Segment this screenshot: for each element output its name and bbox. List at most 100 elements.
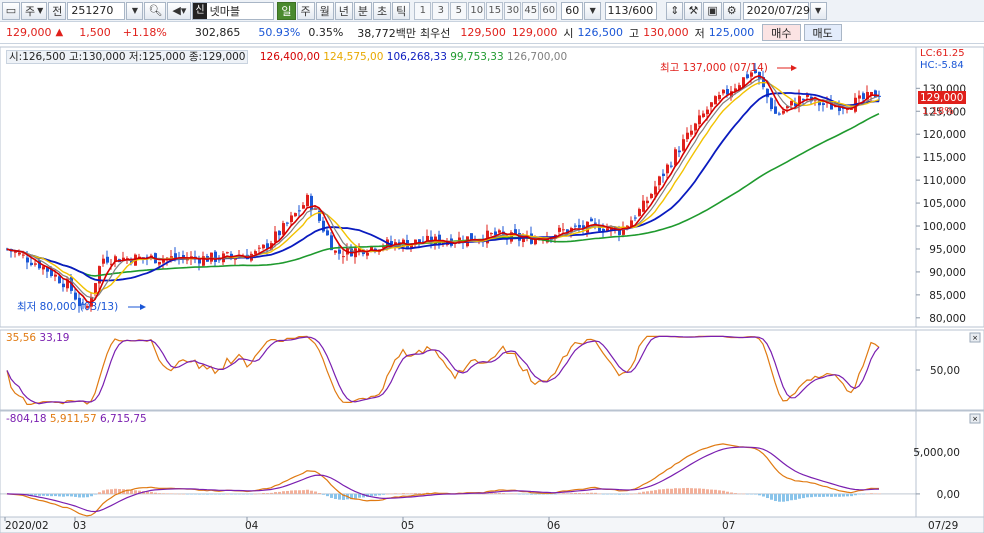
stock-name-field[interactable]: 신 넷마블	[192, 1, 275, 20]
interval-10[interactable]: 10	[468, 1, 486, 20]
svg-text:×: ×	[972, 334, 978, 342]
interval-45[interactable]: 45	[522, 1, 540, 20]
macd-histogram-bar	[242, 493, 245, 495]
interval-1[interactable]: 1	[414, 1, 432, 20]
macd-histogram-bar	[302, 490, 305, 494]
macd-histogram-bar	[638, 492, 641, 494]
macd-histogram-bar	[378, 493, 381, 496]
high-price: 130,000	[643, 26, 689, 39]
macd-histogram-bar	[694, 488, 697, 494]
macd-histogram-bar	[290, 490, 293, 494]
candle	[286, 222, 289, 224]
macd-histogram-bar	[314, 491, 317, 494]
tools-icon[interactable]: ⚒	[684, 1, 703, 20]
macd-histogram-bar	[682, 488, 685, 494]
calendar-icon[interactable]: ▼	[809, 1, 827, 20]
sell-button[interactable]: 매도	[803, 24, 842, 41]
gear-icon[interactable]: ⚙	[722, 1, 741, 20]
credit-badge: 신	[193, 2, 207, 19]
period-day[interactable]: 일	[277, 1, 296, 20]
search-icon[interactable]: 🔍︎	[144, 1, 167, 20]
period-tick[interactable]: 틱	[392, 1, 411, 20]
ohlc-legend: 시:126,500 고:130,000 저:125,000 종:129,000	[6, 50, 249, 64]
macd-histogram-bar	[878, 493, 881, 495]
period-second[interactable]: 초	[373, 1, 392, 20]
speaker-icon[interactable]: ◀▾	[167, 1, 192, 20]
macd-axis	[915, 410, 984, 518]
stock-code-input[interactable]: 251270	[67, 1, 126, 20]
price-tick-label: 90,000	[929, 267, 966, 279]
macd-tick-label: 0,00	[937, 489, 960, 501]
candle	[594, 222, 597, 224]
stoch-close-button[interactable]: ×	[969, 332, 981, 343]
open-price: 126,500	[577, 26, 624, 39]
candle	[18, 252, 21, 255]
direction-toggle[interactable]: 전	[48, 1, 67, 20]
macd-histogram-bar	[618, 493, 621, 495]
macd-histogram-bar	[738, 493, 741, 495]
interval-3[interactable]: 3	[432, 1, 450, 20]
macd-histogram-bar	[254, 493, 257, 495]
macd-histogram-bar	[802, 493, 805, 499]
stoch-d-legend: 33,19	[39, 332, 70, 344]
count-field[interactable]: 113/600	[605, 1, 658, 20]
macd-histogram-bar	[506, 493, 509, 495]
market-select[interactable]: 주 ▼	[21, 1, 48, 20]
macd-histogram-bar	[490, 493, 493, 494]
code-dropdown-icon[interactable]: ▼	[126, 1, 144, 20]
candle	[338, 249, 341, 254]
save-icon[interactable]: ▣	[703, 1, 722, 20]
macd-histogram-bar	[202, 493, 205, 495]
macd-histogram-bar	[562, 493, 565, 494]
macd-histogram-bar	[590, 492, 593, 494]
zoom-icon[interactable]: ⇕	[666, 1, 684, 20]
interval-60[interactable]: 60	[540, 1, 558, 20]
interval-input[interactable]: 60	[561, 1, 584, 20]
candle	[258, 247, 261, 249]
interval-15[interactable]: 15	[486, 1, 504, 20]
period-year[interactable]: 년	[334, 1, 353, 20]
macd-histogram-bar	[82, 493, 85, 498]
price-tick-label: 110,000	[923, 175, 966, 187]
macd-histogram-bar	[182, 493, 185, 495]
min-annotation: 최저 80,000 (03/13)	[17, 301, 118, 313]
candle	[654, 186, 657, 195]
macd-histogram-bar	[218, 493, 221, 495]
volume: 302,865	[194, 26, 241, 39]
candle	[690, 130, 693, 135]
date-input[interactable]: 2020/07/29	[742, 1, 810, 20]
candle	[682, 139, 685, 151]
macd-histogram-bar	[746, 493, 749, 495]
macd-histogram-bar	[354, 493, 357, 499]
macd-histogram-bar	[186, 493, 189, 495]
interval-dropdown-icon[interactable]: ▼	[584, 1, 602, 20]
stoch-pane	[0, 329, 917, 411]
macd-histogram-bar	[662, 489, 665, 494]
macd-histogram-bar	[626, 493, 629, 495]
macd-histogram-bar	[306, 489, 309, 494]
macd-histogram-bar	[194, 493, 197, 495]
layout-icon[interactable]: ▭	[2, 1, 20, 20]
buy-button[interactable]: 매수	[762, 24, 801, 41]
candle	[278, 230, 281, 236]
period-minute[interactable]: 분	[353, 1, 372, 20]
candle	[802, 98, 805, 100]
macd-histogram-bar	[586, 492, 589, 494]
interval-30[interactable]: 30	[504, 1, 522, 20]
period-week[interactable]: 주	[296, 1, 315, 20]
low-price: 125,000	[708, 26, 755, 39]
macd-histogram-bar	[518, 493, 521, 495]
period-month[interactable]: 월	[315, 1, 334, 20]
macd-close-button[interactable]: ×	[969, 413, 981, 424]
macd-histogram-bar	[770, 493, 773, 500]
macd-histogram-bar	[398, 493, 401, 494]
macd-histogram-bar	[642, 491, 645, 494]
candle	[670, 165, 673, 167]
macd-histogram-bar	[538, 493, 541, 495]
chart-area[interactable]: 80,000 85,000 90,000 95,000 100,000 105,000 11…	[0, 44, 984, 533]
candle	[666, 164, 669, 174]
high-label: 고	[629, 26, 640, 40]
price-change-pct: +1.18%	[122, 26, 167, 39]
interval-5[interactable]: 5	[450, 1, 468, 20]
macd-histogram-bar	[594, 492, 597, 494]
